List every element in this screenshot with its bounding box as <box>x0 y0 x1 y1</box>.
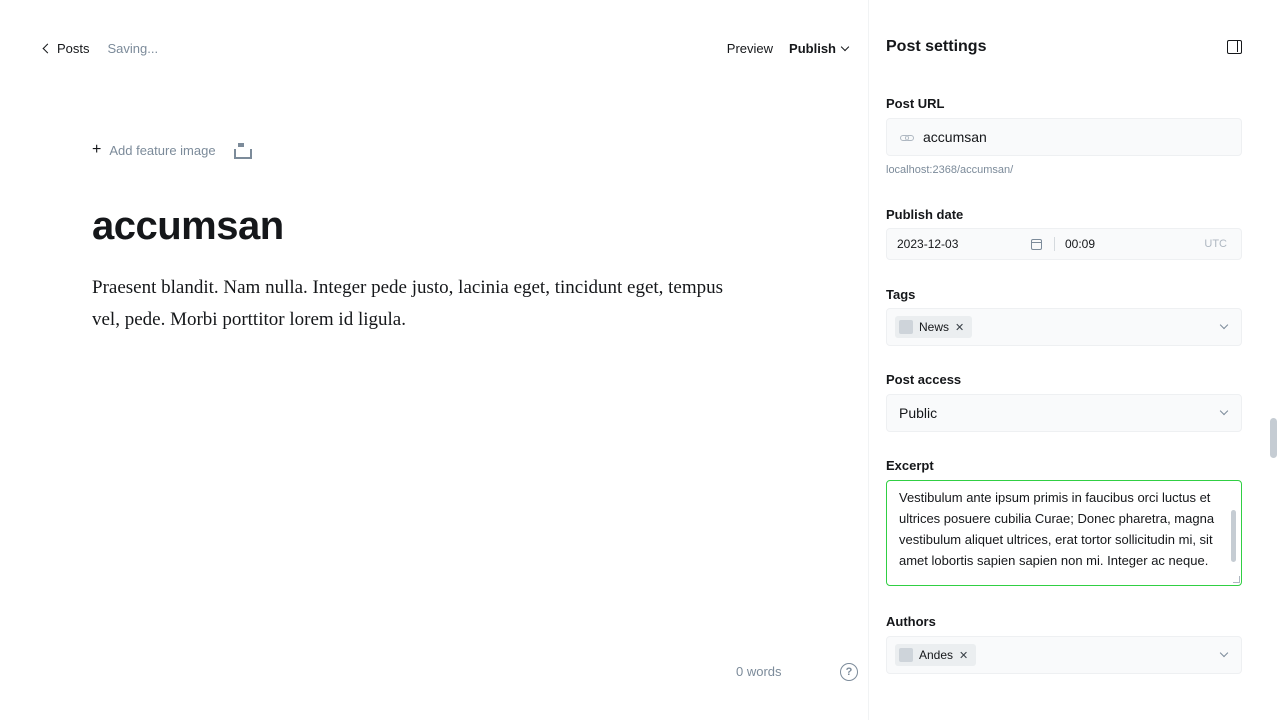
tags-label: Tags <box>886 287 916 302</box>
ghost-editor-app: Posts Saving... Preview Publish + Add fe… <box>0 0 1280 720</box>
calendar-icon[interactable] <box>1031 238 1042 250</box>
authors-label: Authors <box>886 614 936 629</box>
publish-button[interactable]: Publish <box>789 40 850 56</box>
editor-pane: Posts Saving... Preview Publish + Add fe… <box>0 0 868 720</box>
publish-time-value[interactable]: 00:09 <box>1065 237 1204 251</box>
tag-chip-label: News <box>919 320 950 334</box>
post-body[interactable]: Praesent blandit. Nam nulla. Integer ped… <box>92 272 732 336</box>
add-feature-label: Add feature image <box>109 142 216 158</box>
post-access-select[interactable]: Public <box>886 394 1242 432</box>
save-status: Saving... <box>107 40 159 56</box>
author-chip: Andes ✕ <box>895 644 977 666</box>
chevron-left-icon <box>42 43 53 53</box>
post-settings-sidebar: Post settings Post URL accumsan localhos… <box>868 0 1280 720</box>
excerpt-textarea[interactable]: Vestibulum ante ipsum primis in faucibus… <box>886 480 1242 586</box>
back-to-posts-link[interactable]: Posts <box>42 40 90 56</box>
post-url-value: accumsan <box>923 129 987 145</box>
sidebar-toggle-icon[interactable] <box>1227 40 1242 54</box>
post-access-label: Post access <box>886 372 962 387</box>
chevron-down-icon <box>840 42 850 51</box>
editor-topbar: Posts Saving... Preview Publish <box>0 0 868 96</box>
chevron-down-icon <box>1219 406 1229 416</box>
sidebar-scrollbar[interactable] <box>1270 418 1277 458</box>
close-icon[interactable]: ✕ <box>955 321 964 334</box>
excerpt-scrollbar[interactable] <box>1231 510 1236 562</box>
excerpt-label: Excerpt <box>886 458 934 473</box>
post-access-value: Public <box>899 405 938 421</box>
help-icon[interactable]: ? <box>840 663 858 681</box>
chevron-down-icon <box>1219 320 1229 330</box>
close-icon[interactable]: ✕ <box>959 649 968 662</box>
back-label: Posts <box>57 40 90 56</box>
post-title[interactable]: accumsan <box>92 204 284 249</box>
preview-button[interactable]: Preview <box>727 41 773 56</box>
tag-chip: News ✕ <box>895 316 973 338</box>
unsplash-icon[interactable] <box>233 143 252 159</box>
link-icon <box>899 130 914 144</box>
resize-handle-icon[interactable] <box>1233 576 1240 583</box>
post-url-hint: localhost:2368/accumsan/ <box>886 164 1014 176</box>
publish-date-value[interactable]: 2023-12-03 <box>897 237 1027 251</box>
tags-select[interactable]: News ✕ <box>886 308 1242 346</box>
chevron-down-icon <box>1219 648 1229 658</box>
publish-date-label: Publish date <box>886 207 964 222</box>
tag-icon <box>899 320 913 334</box>
publish-date-input[interactable]: 2023-12-03 00:09 UTC <box>886 228 1242 260</box>
timezone-label: UTC <box>1204 238 1227 250</box>
post-url-input[interactable]: accumsan <box>886 118 1242 156</box>
author-chip-label: Andes <box>919 648 954 662</box>
authors-select[interactable]: Andes ✕ <box>886 636 1242 674</box>
feature-image-row: + Add feature image <box>92 142 252 159</box>
plus-icon: + <box>92 141 102 158</box>
sidebar-title: Post settings <box>886 38 987 55</box>
add-feature-image-button[interactable]: + Add feature image <box>92 142 216 158</box>
publish-label: Publish <box>789 40 836 56</box>
post-url-label: Post URL <box>886 96 945 111</box>
word-count: 0 words <box>736 664 782 679</box>
avatar <box>899 648 913 662</box>
